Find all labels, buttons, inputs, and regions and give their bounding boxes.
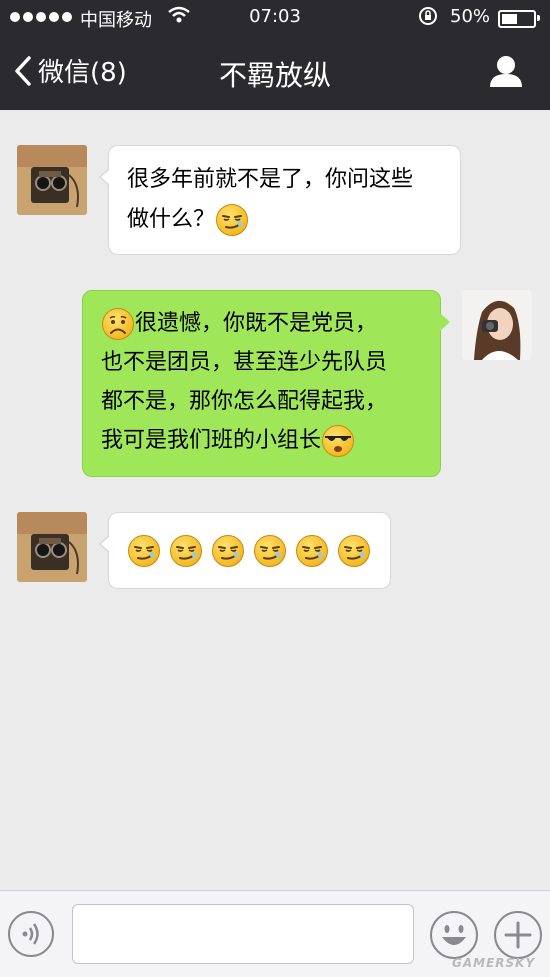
smirk-emoji-icon [253,534,287,568]
message-text-line: 都不是，那你怎么配得起我， [101,389,388,414]
plus-icon [504,921,532,949]
smirk-emoji-icon [127,534,161,568]
rotation-lock-icon [418,6,438,31]
emoji-button[interactable] [430,911,478,959]
smiley-icon [442,925,466,945]
contact-avatar[interactable] [17,512,87,582]
smirk-emoji-icon [169,534,203,568]
smirk-emoji-icon [215,203,249,237]
profile-button[interactable] [488,54,524,92]
voice-icon [22,923,39,945]
status-bar: 中国移动 07:03 50% [0,0,550,34]
message-bubble[interactable]: 很遗憾，你既不是党员， 也不是团员，甚至连少先队员 都不是，那你怎么配得起我， … [82,290,450,477]
message-text-line: 很多年前就不是了，你问这些 [127,167,414,192]
smirk-emoji-icon [211,534,245,568]
smirk-emoji-icon [295,534,329,568]
watermark-logo: GAMERSKY [452,956,536,970]
voice-button[interactable] [8,911,54,957]
message-bubble[interactable]: 很多年前就不是了，你问这些 做什么？ [99,145,461,255]
sad-emoji-icon [101,307,135,341]
message-input[interactable] [72,904,414,964]
message-text-line: 我可是我们班的小组长 [101,428,322,453]
nav-bar: 微信(8) 不羁放纵 [0,34,550,110]
message-text-line: 做什么？ [127,207,216,232]
message-bubble[interactable] [99,512,391,589]
smirk-emoji-icon [337,534,371,568]
message-text-line: 很遗憾，你既不是党员， [135,311,378,336]
person-icon [490,56,522,87]
chat-title: 不羁放纵 [218,59,331,92]
more-button[interactable] [494,911,542,959]
contact-avatar[interactable] [17,145,87,215]
my-avatar[interactable] [462,290,532,360]
message-text-line: 也不是团员，甚至连少先队员 [101,350,388,375]
cool-emoji-icon [321,424,355,458]
battery-icon [498,10,540,28]
battery-percentage: 50% [450,6,491,27]
